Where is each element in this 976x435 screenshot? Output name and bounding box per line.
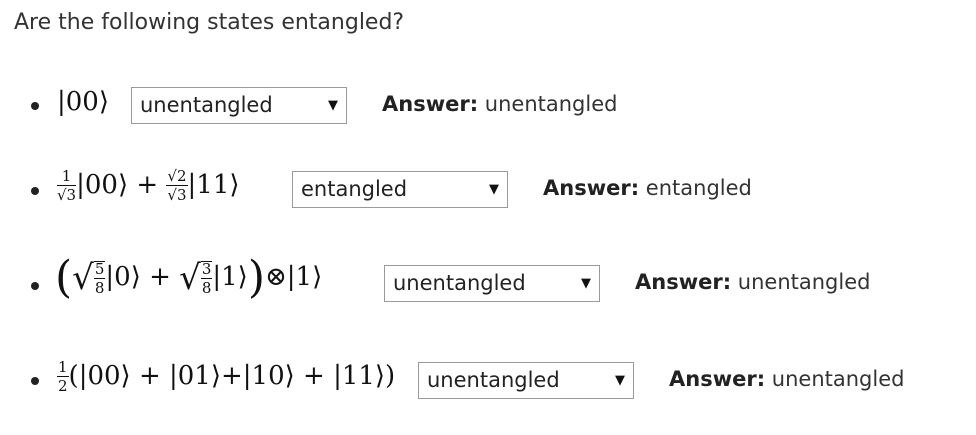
question-title: Are the following states entangled? [14,10,405,35]
answer-value: entangled [645,176,752,200]
answer-text: Answer: unentangled [382,92,617,116]
bullet-icon [31,282,39,290]
fraction: 1 √3 [57,167,77,204]
answer-text: Answer: unentangled [635,270,870,294]
entanglement-select[interactable]: unentangled ▼ [384,265,600,302]
answer-label: Answer: [382,92,479,116]
answer-value: unentangled [737,270,871,294]
answer-value: unentangled [771,367,905,391]
list-item: (√ 5 8 |0⟩ + √ 3 8 |1⟩)⊗|1⟩ unentangled ▼ Answ… [0,254,976,318]
bullet-icon [31,102,39,110]
select-value: unentangled [427,368,560,392]
entanglement-select[interactable]: unentangled ▼ [131,87,347,124]
answer-label: Answer: [635,270,732,294]
answer-label: Answer: [543,176,640,200]
state-expression: 1 √3 |00⟩ + √2 √3 |11⟩ [57,167,240,204]
answer-label: Answer: [669,367,766,391]
chevron-down-icon: ▼ [328,98,338,113]
list-item: 1 √3 |00⟩ + √2 √3 |11⟩ entangled ▼ Answe… [0,164,976,218]
chevron-down-icon: ▼ [489,182,499,197]
state-expression: 1 2 (|00⟩ + |01⟩+|10⟩ + |11⟩) [57,358,396,395]
bullet-icon [31,377,39,385]
answer-text: Answer: entangled [543,176,752,200]
state-expression: (√ 5 8 |0⟩ + √ 3 8 |1⟩)⊗|1⟩ [55,252,323,303]
fraction: 1 2 [57,358,69,395]
entanglement-select[interactable]: unentangled ▼ [418,362,634,399]
chevron-down-icon: ▼ [581,276,591,291]
select-value: entangled [301,177,408,201]
chevron-down-icon: ▼ [615,373,625,388]
bullet-icon [31,187,39,195]
select-value: unentangled [393,271,526,295]
answer-text: Answer: unentangled [669,367,904,391]
list-item: 1 2 (|00⟩ + |01⟩+|10⟩ + |11⟩) unentangle… [0,356,976,406]
answer-value: unentangled [484,92,618,116]
select-value: unentangled [140,93,273,117]
state-expression: |00⟩ [57,87,109,117]
fraction: √2 √3 [166,167,188,204]
entanglement-select[interactable]: entangled ▼ [292,171,508,208]
list-item: |00⟩ unentangled ▼ Answer: unentangled [0,84,976,128]
